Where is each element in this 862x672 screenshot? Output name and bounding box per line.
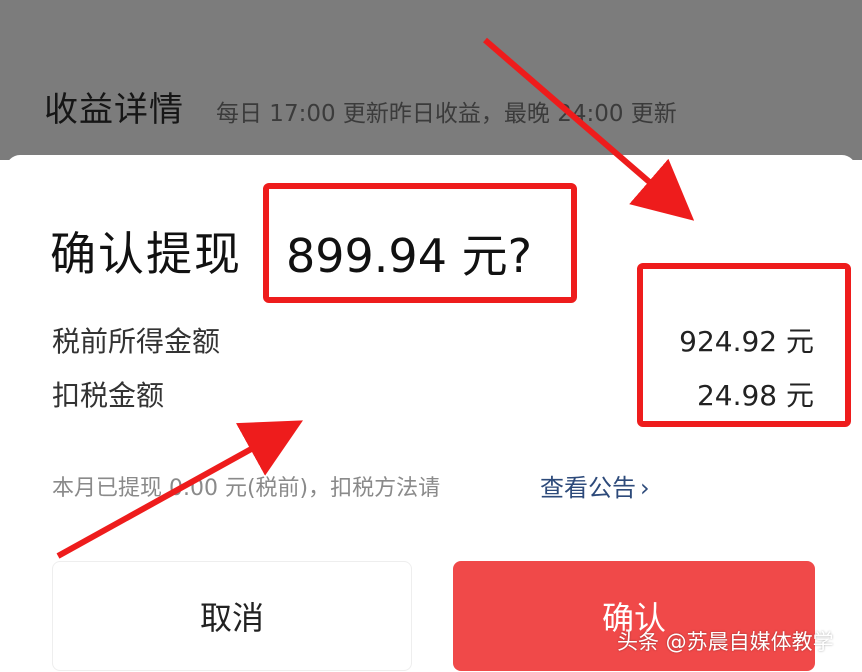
tax-amount-label: 扣税金额 [52,379,165,412]
view-announcement-label: 查看公告 [540,474,636,502]
dialog-title-prefix: 确认提现 [50,227,242,281]
chevron-right-icon: › [640,474,650,502]
cancel-button[interactable]: 取消 [52,561,412,671]
values-highlight-box [637,263,851,427]
background-page-title: 收益详情 [44,90,184,130]
monthly-withdraw-note: 本月已提现 0.00 元(税前)，扣税方法请 [52,476,441,501]
background-page-subtitle: 每日 17:00 更新昨日收益，最晚 24:00 更新 [216,101,677,127]
amount-highlight-box [263,183,577,303]
dimmed-background [0,0,862,160]
view-announcement-link[interactable]: 查看公告 › [540,468,650,503]
pretax-amount-label: 税前所得金额 [52,325,221,358]
watermark-text: 头条 @苏晨自媒体教学 [617,630,834,654]
